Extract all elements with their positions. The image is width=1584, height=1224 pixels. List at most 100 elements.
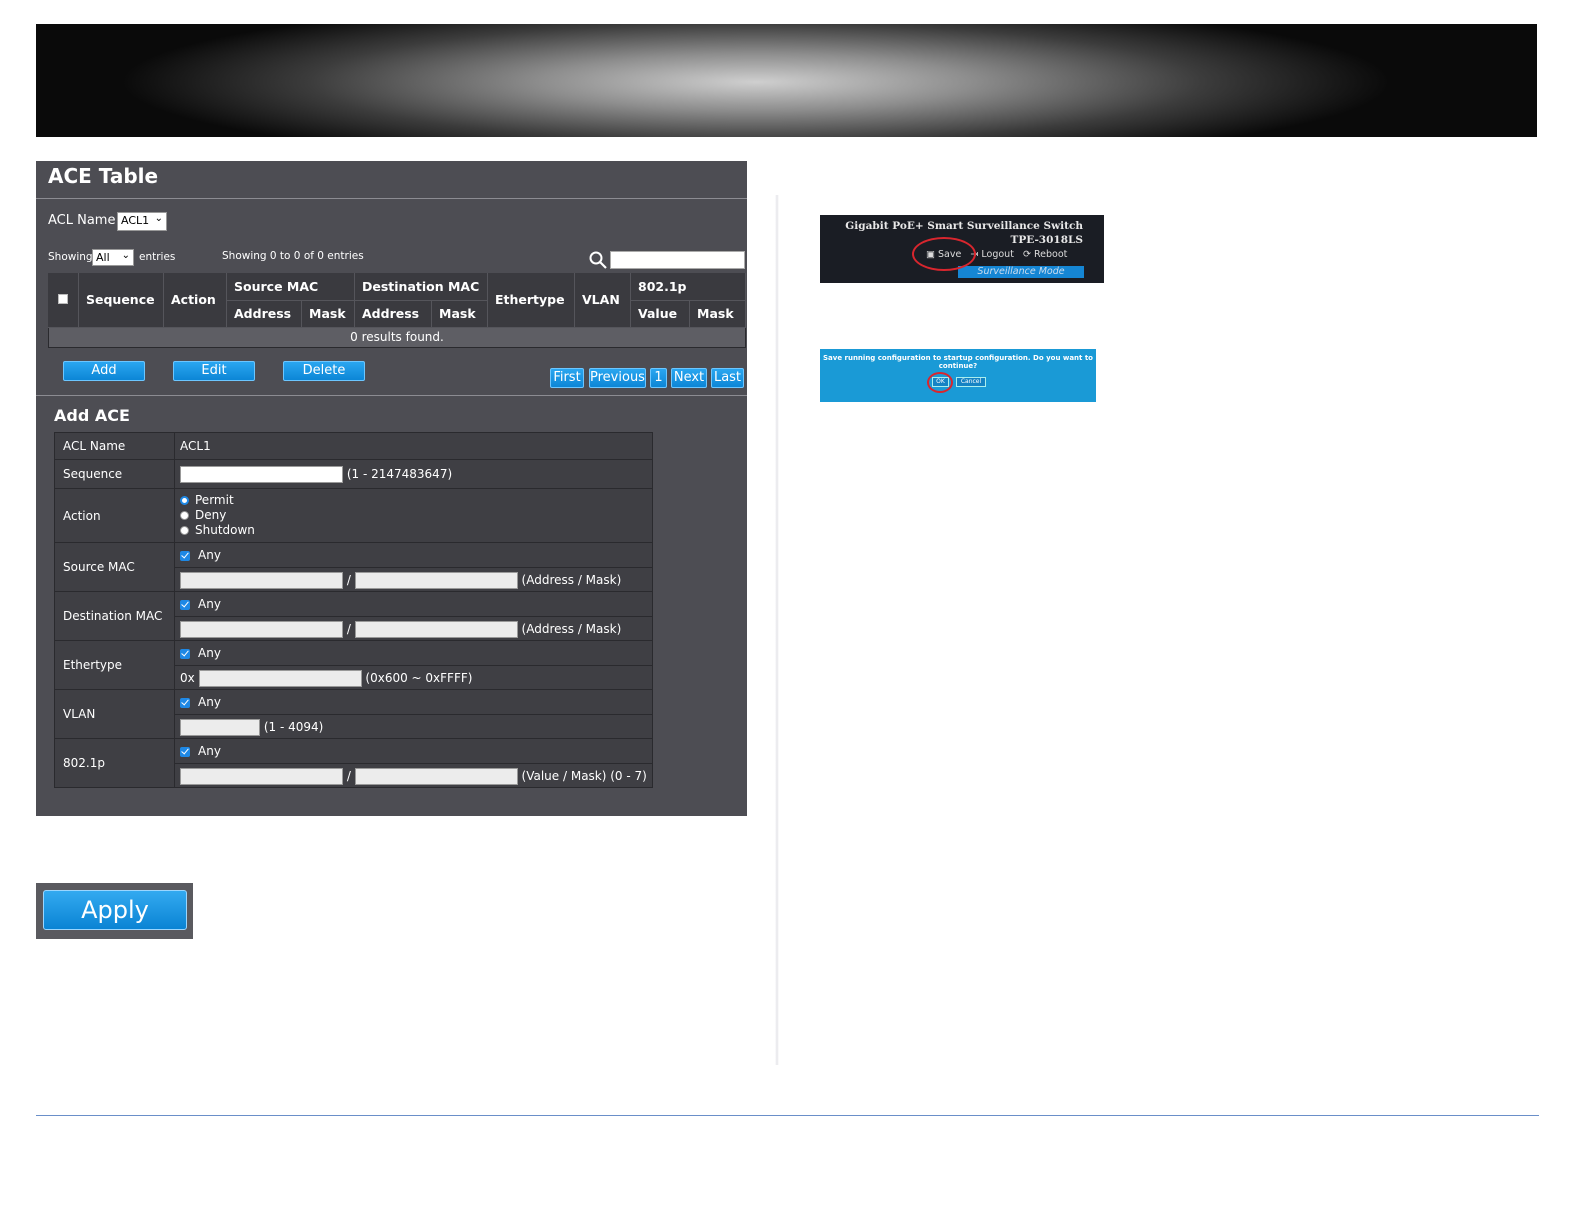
col-sequence[interactable]: Sequence <box>78 273 164 328</box>
destination-mac-cell: Any / (Address / Mask) <box>174 591 653 641</box>
reboot-icon: ⟳ <box>1023 249 1031 260</box>
last-page-button[interactable]: Last <box>711 368 744 388</box>
reboot-link[interactable]: ⟳ Reboot <box>1023 249 1067 260</box>
destination-mac-address-input[interactable] <box>180 621 343 638</box>
destination-mac-key: Destination MAC <box>54 591 175 641</box>
dot1p-any[interactable]: Any <box>180 739 652 763</box>
ace-table-panel: ACE Table ACL Name ACL1 ⌄ Showing All ⌄ en… <box>36 161 747 816</box>
surveillance-mode-button[interactable]: Surveillance Mode <box>958 266 1084 278</box>
col-source-mac: Source MAC <box>226 273 355 301</box>
checkbox-checked-icon <box>180 599 190 610</box>
radio-shutdown-icon <box>180 526 189 535</box>
source-mac-key: Source MAC <box>54 542 175 592</box>
acl-name-select[interactable]: ACL1 ⌄ <box>117 212 167 231</box>
dot1p-mask-input[interactable] <box>354 768 518 785</box>
highlight-circle <box>912 237 976 271</box>
dot1p-cell: Any / (Value / Mask) (0 - 7) <box>174 738 653 788</box>
first-page-button[interactable]: First <box>550 368 584 388</box>
add-ace-title: Add ACE <box>54 406 130 425</box>
destination-mac-any[interactable]: Any <box>180 592 652 616</box>
apply-panel: Apply <box>36 883 193 939</box>
chevron-down-icon: ⌄ <box>154 213 163 224</box>
sequence-cell: (1 - 2147483647) <box>174 459 653 489</box>
vlan-cell: Any (1 - 4094) <box>174 689 653 739</box>
next-page-button[interactable]: Next <box>671 368 707 388</box>
col-source-address[interactable]: Address <box>226 300 302 328</box>
dialog-message: Save running configuration to startup co… <box>823 354 1093 370</box>
model-name: TPE-3018LS <box>1010 234 1083 246</box>
ethertype-fields: 0x (0x600 ~ 0xFFFF) <box>175 665 652 689</box>
destination-mac-fields: / (Address / Mask) <box>175 616 652 640</box>
chevron-down-icon: ⌄ <box>121 250 130 261</box>
source-mac-mask-input[interactable] <box>354 572 518 589</box>
ethertype-hint: (0x600 ~ 0xFFFF) <box>365 671 473 685</box>
col-vlan[interactable]: VLAN <box>574 273 631 328</box>
previous-page-button[interactable]: Previous <box>589 368 646 388</box>
col-dot1p-value[interactable]: Value <box>630 300 690 328</box>
ace-table: Sequence Action Source MAC Destination M… <box>48 273 746 348</box>
checkbox-checked-icon <box>180 648 190 659</box>
col-action[interactable]: Action <box>163 273 227 328</box>
vlan-input[interactable] <box>180 719 260 736</box>
cancel-button[interactable]: Cancel <box>956 377 986 387</box>
divider <box>36 395 747 396</box>
apply-button[interactable]: Apply <box>43 890 187 930</box>
add-button[interactable]: Add <box>63 361 145 381</box>
checkbox-checked-icon <box>180 746 190 757</box>
radio-shutdown[interactable]: Shutdown <box>180 523 652 538</box>
sequence-key: Sequence <box>54 459 175 489</box>
add-ace-form: ACL Name ACL1 Sequence (1 - 2147483647) … <box>54 432 653 788</box>
col-destination-mask[interactable]: Mask <box>431 300 488 328</box>
destination-mac-hint: (Address / Mask) <box>521 622 622 636</box>
vlan-fields: (1 - 4094) <box>175 714 652 738</box>
action-cell: Permit Deny Shutdown <box>174 488 653 543</box>
col-source-mask[interactable]: Mask <box>301 300 355 328</box>
search-icon[interactable] <box>588 250 608 270</box>
ethertype-any[interactable]: Any <box>180 641 652 665</box>
destination-mac-mask-input[interactable] <box>354 621 518 638</box>
source-mac-fields: / (Address / Mask) <box>175 567 652 591</box>
radio-deny-icon <box>180 511 189 520</box>
entries-summary: Showing 0 to 0 of 0 entries <box>222 250 364 262</box>
product-name: Gigabit PoE+ Smart Surveillance Switch <box>845 220 1083 232</box>
radio-deny[interactable]: Deny <box>180 508 652 523</box>
checkbox-checked-icon <box>180 697 190 708</box>
col-destination-address[interactable]: Address <box>354 300 432 328</box>
dot1p-value-input[interactable] <box>180 768 343 785</box>
dot1p-fields: / (Value / Mask) (0 - 7) <box>175 763 652 787</box>
dot1p-key: 802.1p <box>54 738 175 788</box>
sequence-input[interactable] <box>180 465 343 483</box>
source-mac-hint: (Address / Mask) <box>521 573 622 587</box>
col-dot1p-mask[interactable]: Mask <box>689 300 746 328</box>
save-dialog-screenshot: Save running configuration to startup co… <box>820 349 1096 402</box>
source-mac-any[interactable]: Any <box>180 543 652 567</box>
column-divider <box>775 195 779 1065</box>
divider <box>36 198 747 199</box>
vlan-any[interactable]: Any <box>180 690 652 714</box>
action-key: Action <box>54 488 175 543</box>
sequence-hint: (1 - 2147483647) <box>346 466 453 481</box>
source-mac-address-input[interactable] <box>180 572 343 589</box>
acl-name-label: ACL Name <box>48 213 116 228</box>
page-1-button[interactable]: 1 <box>650 368 667 388</box>
radio-permit[interactable]: Permit <box>180 493 652 508</box>
entries-label: entries <box>139 251 176 263</box>
col-dot1p: 802.1p <box>630 273 746 301</box>
dot1p-hint: (Value / Mask) (0 - 7) <box>521 769 647 783</box>
footer-divider <box>36 1115 1539 1116</box>
delete-button[interactable]: Delete <box>283 361 365 381</box>
entries-select[interactable]: All ⌄ <box>92 249 134 266</box>
empty-message: 0 results found. <box>48 326 746 348</box>
select-all-checkbox[interactable] <box>58 294 69 305</box>
col-ethertype[interactable]: Ethertype <box>487 273 575 328</box>
radio-permit-icon <box>180 496 189 505</box>
vlan-hint: (1 - 4094) <box>263 720 324 734</box>
logout-link[interactable]: ⇥ Logout <box>970 249 1014 260</box>
banner-image <box>36 24 1537 137</box>
edit-button[interactable]: Edit <box>173 361 255 381</box>
ethertype-input[interactable] <box>198 670 362 687</box>
search-input[interactable] <box>610 251 745 269</box>
acl-name-key: ACL Name <box>54 432 175 460</box>
source-mac-cell: Any / (Address / Mask) <box>174 542 653 592</box>
ethertype-cell: Any 0x (0x600 ~ 0xFFFF) <box>174 640 653 690</box>
